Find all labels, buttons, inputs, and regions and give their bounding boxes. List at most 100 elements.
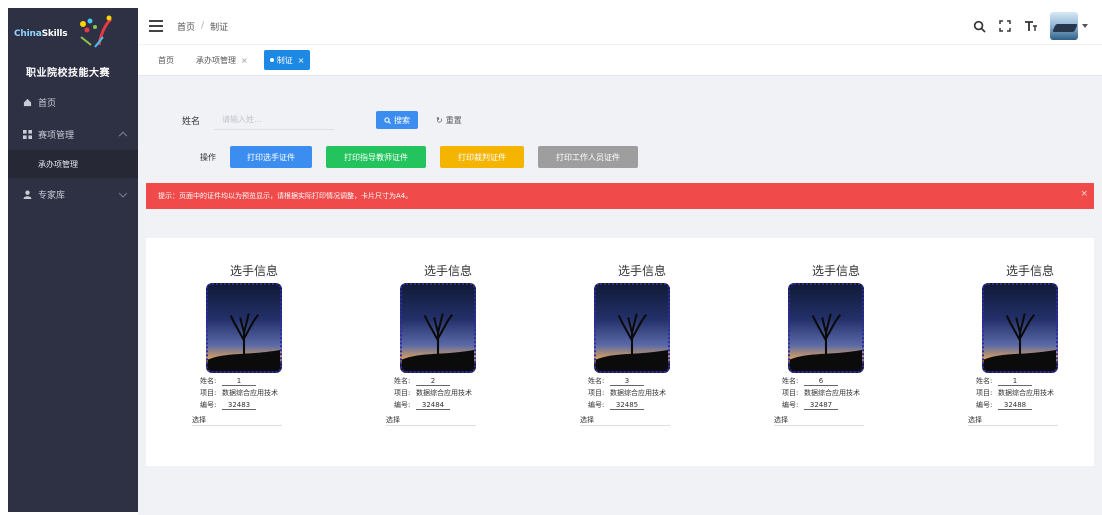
id-label: 编号: <box>976 401 993 409</box>
id-label: 编号: <box>394 401 411 409</box>
contestant-name: 6 <box>804 377 838 386</box>
breadcrumb: 首页 / 制证 <box>177 20 228 33</box>
select-checkbox[interactable]: 选择 <box>580 415 670 426</box>
breadcrumb-separator: / <box>201 21 205 31</box>
print-judge-button[interactable]: 打印裁判证件 <box>440 146 524 168</box>
name-label: 姓名: <box>588 377 605 385</box>
close-icon[interactable]: × <box>1080 189 1088 199</box>
search-icon <box>384 116 391 124</box>
id-label: 编号: <box>200 401 217 409</box>
contestant-photo <box>206 283 282 373</box>
card-info: 姓名: 6 项目: 数据综合应用技术 编号: 32487 <box>782 375 900 411</box>
refresh-icon: ↻ <box>436 115 443 125</box>
contestant-name: 1 <box>998 377 1032 386</box>
search-icon[interactable] <box>972 19 986 33</box>
logo-mark-icon <box>75 15 119 53</box>
card-title: 选手信息 <box>229 264 278 278</box>
tab-host-management[interactable]: 承办项管理 × <box>190 50 254 70</box>
sidebar-item-competition[interactable]: 赛项管理 <box>8 118 138 150</box>
contestant-card: 选手信息 姓名: 1 项目: 数据综合应用技术 编号: 32483 选择 <box>192 262 318 426</box>
alert-text: 提示：页面中的证件均以为预览显示，请根据实际打印情况调整，卡片尺寸为A4。 <box>158 192 413 200</box>
project-label: 项目: <box>200 389 217 397</box>
cards-panel: 选手信息 姓名: 1 项目: 数据综合应用技术 编号: 32483 选择 选手信息 姓… <box>146 238 1094 466</box>
select-checkbox[interactable]: 选择 <box>774 415 864 426</box>
tab-label: 承办项管理 <box>196 55 236 65</box>
search-row: 姓名 请输入姓... 搜索 ↻ 重置 <box>182 110 468 130</box>
card-title: 选手信息 <box>617 264 666 278</box>
logo-title: 职业院校技能大赛 <box>26 68 110 79</box>
contestant-name: 1 <box>222 377 256 386</box>
contestant-project: 数据综合应用技术 <box>998 389 1054 397</box>
print-contestant-button[interactable]: 打印选手证件 <box>230 146 312 168</box>
name-label: 姓名: <box>976 377 993 385</box>
sidebar-item-label: 赛项管理 <box>38 130 75 141</box>
contestant-name: 2 <box>416 377 450 386</box>
contestant-id: 32487 <box>804 401 838 410</box>
search-button[interactable]: 搜索 <box>376 111 419 129</box>
reset-button[interactable]: ↻ 重置 <box>430 111 468 129</box>
home-icon <box>22 97 32 107</box>
logo-text: ChinaSkills <box>14 29 68 39</box>
name-label: 姓名 <box>182 116 201 127</box>
select-checkbox[interactable]: 选择 <box>968 415 1058 426</box>
card-info: 姓名: 2 项目: 数据综合应用技术 编号: 32484 <box>394 375 512 411</box>
contestant-card: 选手信息 姓名: 2 项目: 数据综合应用技术 编号: 32484 选择 <box>386 262 512 426</box>
contestant-card: 选手信息 姓名: 6 项目: 数据综合应用技术 编号: 32487 选择 <box>774 262 900 426</box>
card-info: 姓名: 1 项目: 数据综合应用技术 编号: 32488 <box>976 375 1094 411</box>
contestant-project: 数据综合应用技术 <box>416 389 472 397</box>
select-checkbox[interactable]: 选择 <box>192 415 282 426</box>
sidebar-subitem-host-management[interactable]: 承办项管理 <box>8 150 138 178</box>
grid-icon <box>22 129 32 139</box>
sidebar-subitem-label: 承办项管理 <box>38 159 78 169</box>
contestant-photo <box>400 283 476 373</box>
contestant-photo <box>788 283 864 373</box>
project-label: 项目: <box>782 389 799 397</box>
contestant-project: 数据综合应用技术 <box>222 389 278 397</box>
contestant-photo <box>594 283 670 373</box>
sidebar: ChinaSkills 职业院校技能大赛 首页 赛项管理 承办项管理 专家库 <box>8 8 138 512</box>
contestant-id: 32485 <box>610 401 644 410</box>
contestant-id: 32483 <box>222 401 256 410</box>
close-icon[interactable]: × <box>241 56 248 65</box>
sidebar-item-label: 专家库 <box>38 190 66 201</box>
chevron-up-icon <box>118 131 128 141</box>
fullscreen-icon[interactable] <box>998 19 1012 33</box>
user-icon <box>22 189 32 199</box>
sidebar-item-home[interactable]: 首页 <box>8 86 138 118</box>
contestant-project: 数据综合应用技术 <box>804 389 860 397</box>
font-size-icon[interactable] <box>1024 19 1038 33</box>
breadcrumb-item[interactable]: 首页 <box>177 20 195 33</box>
project-label: 项目: <box>394 389 411 397</box>
tab-label: 制证 <box>276 55 293 65</box>
actions-row: 操作 打印选手证件 打印指导教师证件 打印裁判证件 打印工作人员证件 <box>200 146 638 168</box>
select-checkbox[interactable]: 选择 <box>386 415 476 426</box>
alert-banner: 提示：页面中的证件均以为预览显示，请根据实际打印情况调整，卡片尺寸为A4。 × <box>146 183 1094 209</box>
tab-label: 首页 <box>158 55 174 65</box>
print-staff-button[interactable]: 打印工作人员证件 <box>538 146 638 168</box>
contestant-card: 选手信息 姓名: 3 项目: 数据综合应用技术 编号: 32485 选择 <box>580 262 706 426</box>
actions-label: 操作 <box>200 152 216 162</box>
active-dot-icon <box>269 58 274 62</box>
contestant-card: 选手信息 姓名: 1 项目: 数据综合应用技术 编号: 32488 选择 <box>968 262 1094 426</box>
id-label: 编号: <box>588 401 605 409</box>
card-title: 选手信息 <box>811 264 860 278</box>
logo[interactable]: ChinaSkills 职业院校技能大赛 <box>8 8 138 86</box>
close-icon[interactable]: × <box>298 56 305 65</box>
contestant-name: 3 <box>610 377 644 386</box>
breadcrumb-item: 制证 <box>210 22 229 33</box>
menu-toggle-icon[interactable] <box>149 20 163 32</box>
sidebar-item-experts[interactable]: 专家库 <box>8 178 138 210</box>
print-instructor-button[interactable]: 打印指导教师证件 <box>326 146 426 168</box>
name-label: 姓名: <box>394 377 411 385</box>
contestant-photo <box>982 283 1058 373</box>
name-label: 姓名: <box>200 377 217 385</box>
tab-certificate[interactable]: 制证 × <box>263 50 311 70</box>
project-label: 项目: <box>588 389 605 397</box>
avatar[interactable] <box>1050 12 1078 40</box>
id-label: 编号: <box>782 401 799 409</box>
tab-home[interactable]: 首页 <box>152 50 180 70</box>
main-content: 姓名 请输入姓... 搜索 ↻ 重置 操作 打印选手证件 打印指导教师证件 打印… <box>138 76 1102 515</box>
caret-down-icon[interactable] <box>1082 24 1088 28</box>
name-input[interactable]: 请输入姓... <box>214 110 335 130</box>
card-info: 姓名: 3 项目: 数据综合应用技术 编号: 32485 <box>588 375 706 411</box>
